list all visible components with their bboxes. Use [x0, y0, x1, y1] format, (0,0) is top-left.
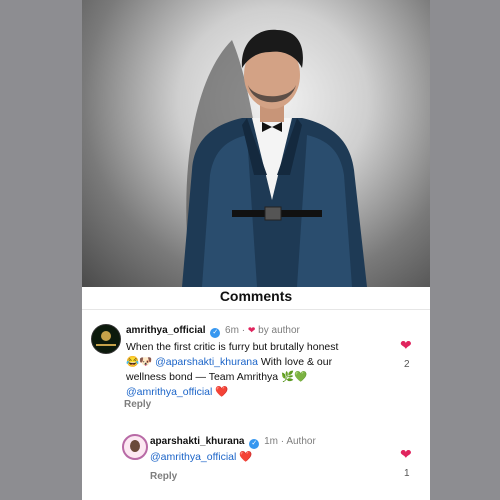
comment-username[interactable]: amrithya_official: [126, 325, 205, 336]
verified-badge-icon: ✓: [249, 439, 260, 449]
comment-time: 1m: [264, 436, 278, 447]
comment-text: @amrithya_official ❤️: [150, 450, 252, 465]
emoji: ❤️: [239, 451, 253, 463]
emoji: 🌿💚: [281, 371, 308, 383]
emoji: 😂🐶: [126, 356, 153, 368]
man-in-blue-tuxedo-photo: [182, 29, 367, 287]
mention-link[interactable]: @amrithya_official: [150, 451, 236, 463]
mention-link[interactable]: @amrithya_official: [126, 386, 212, 398]
instagram-post-panel: Comments amrithya_official ✓ 6m · ❤ by a…: [82, 0, 430, 500]
like-heart-icon[interactable]: ❤: [400, 337, 412, 354]
comment-text: When the first critic is furry but bruta…: [126, 341, 339, 398]
comment-username[interactable]: aparshakti_khurana: [150, 436, 245, 447]
like-count: 1: [404, 468, 410, 479]
like-heart-icon[interactable]: ❤: [400, 446, 412, 463]
mention-link[interactable]: @aparshakti_khurana: [155, 356, 258, 368]
reply-button[interactable]: Reply: [150, 471, 177, 482]
emoji: ❤️: [215, 386, 229, 398]
comment-time: 6m: [225, 325, 239, 336]
like-count: 2: [404, 359, 410, 370]
avatar[interactable]: [122, 434, 148, 460]
comment-meta: aparshakti_khurana ✓ 1m · Author: [150, 436, 316, 449]
verified-badge-icon: ✓: [210, 328, 221, 338]
brand-logo-icon: [101, 331, 111, 341]
avatar[interactable]: [91, 324, 121, 354]
comment-meta: amrithya_official ✓ 6m · ❤ by author: [126, 325, 300, 338]
header-divider: [82, 309, 430, 310]
author-heart-icon: ❤: [247, 325, 256, 335]
comment-byline: by author: [258, 325, 300, 336]
comment-byline: Author: [286, 436, 316, 447]
comments-title: Comments: [219, 288, 293, 304]
post-photo: [82, 0, 430, 287]
reply-button[interactable]: Reply: [124, 399, 151, 410]
